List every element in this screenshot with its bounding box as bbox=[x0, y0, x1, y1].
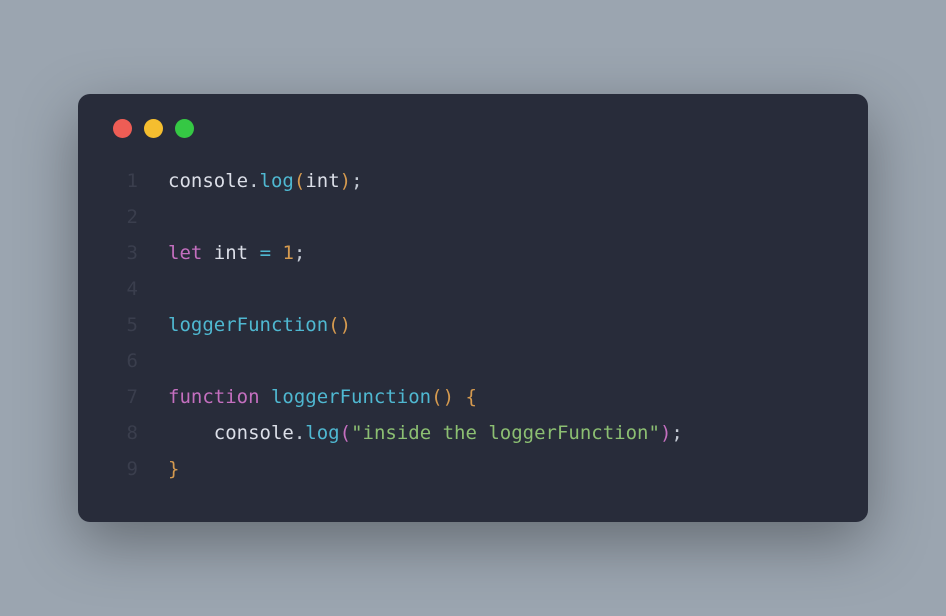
code-editor-window: 1 console.log(int); 2 3 let int = 1; 4 5… bbox=[78, 94, 868, 522]
code-content: let int = 1; bbox=[168, 235, 305, 271]
code-line: 1 console.log(int); bbox=[108, 163, 838, 199]
line-number: 4 bbox=[108, 271, 138, 307]
code-line: 4 bbox=[108, 271, 838, 307]
code-content: } bbox=[168, 451, 179, 487]
code-line: 3 let int = 1; bbox=[108, 235, 838, 271]
code-line: 6 bbox=[108, 343, 838, 379]
code-line: 9 } bbox=[108, 451, 838, 487]
close-icon[interactable] bbox=[113, 119, 132, 138]
line-number: 1 bbox=[108, 163, 138, 199]
window-titlebar bbox=[108, 119, 838, 138]
line-number: 3 bbox=[108, 235, 138, 271]
code-line: 7 function loggerFunction() { bbox=[108, 379, 838, 415]
code-content: console.log(int); bbox=[168, 163, 363, 199]
maximize-icon[interactable] bbox=[175, 119, 194, 138]
code-line: 2 bbox=[108, 199, 838, 235]
line-number: 9 bbox=[108, 451, 138, 487]
minimize-icon[interactable] bbox=[144, 119, 163, 138]
code-line: 8 console.log("inside the loggerFunction… bbox=[108, 415, 838, 451]
code-content: console.log("inside the loggerFunction")… bbox=[168, 415, 683, 451]
line-number: 7 bbox=[108, 379, 138, 415]
code-content: loggerFunction() bbox=[168, 307, 351, 343]
line-number: 8 bbox=[108, 415, 138, 451]
code-line: 5 loggerFunction() bbox=[108, 307, 838, 343]
line-number: 5 bbox=[108, 307, 138, 343]
line-number: 2 bbox=[108, 199, 138, 235]
code-content: function loggerFunction() { bbox=[168, 379, 477, 415]
code-area[interactable]: 1 console.log(int); 2 3 let int = 1; 4 5… bbox=[108, 163, 838, 487]
line-number: 6 bbox=[108, 343, 138, 379]
